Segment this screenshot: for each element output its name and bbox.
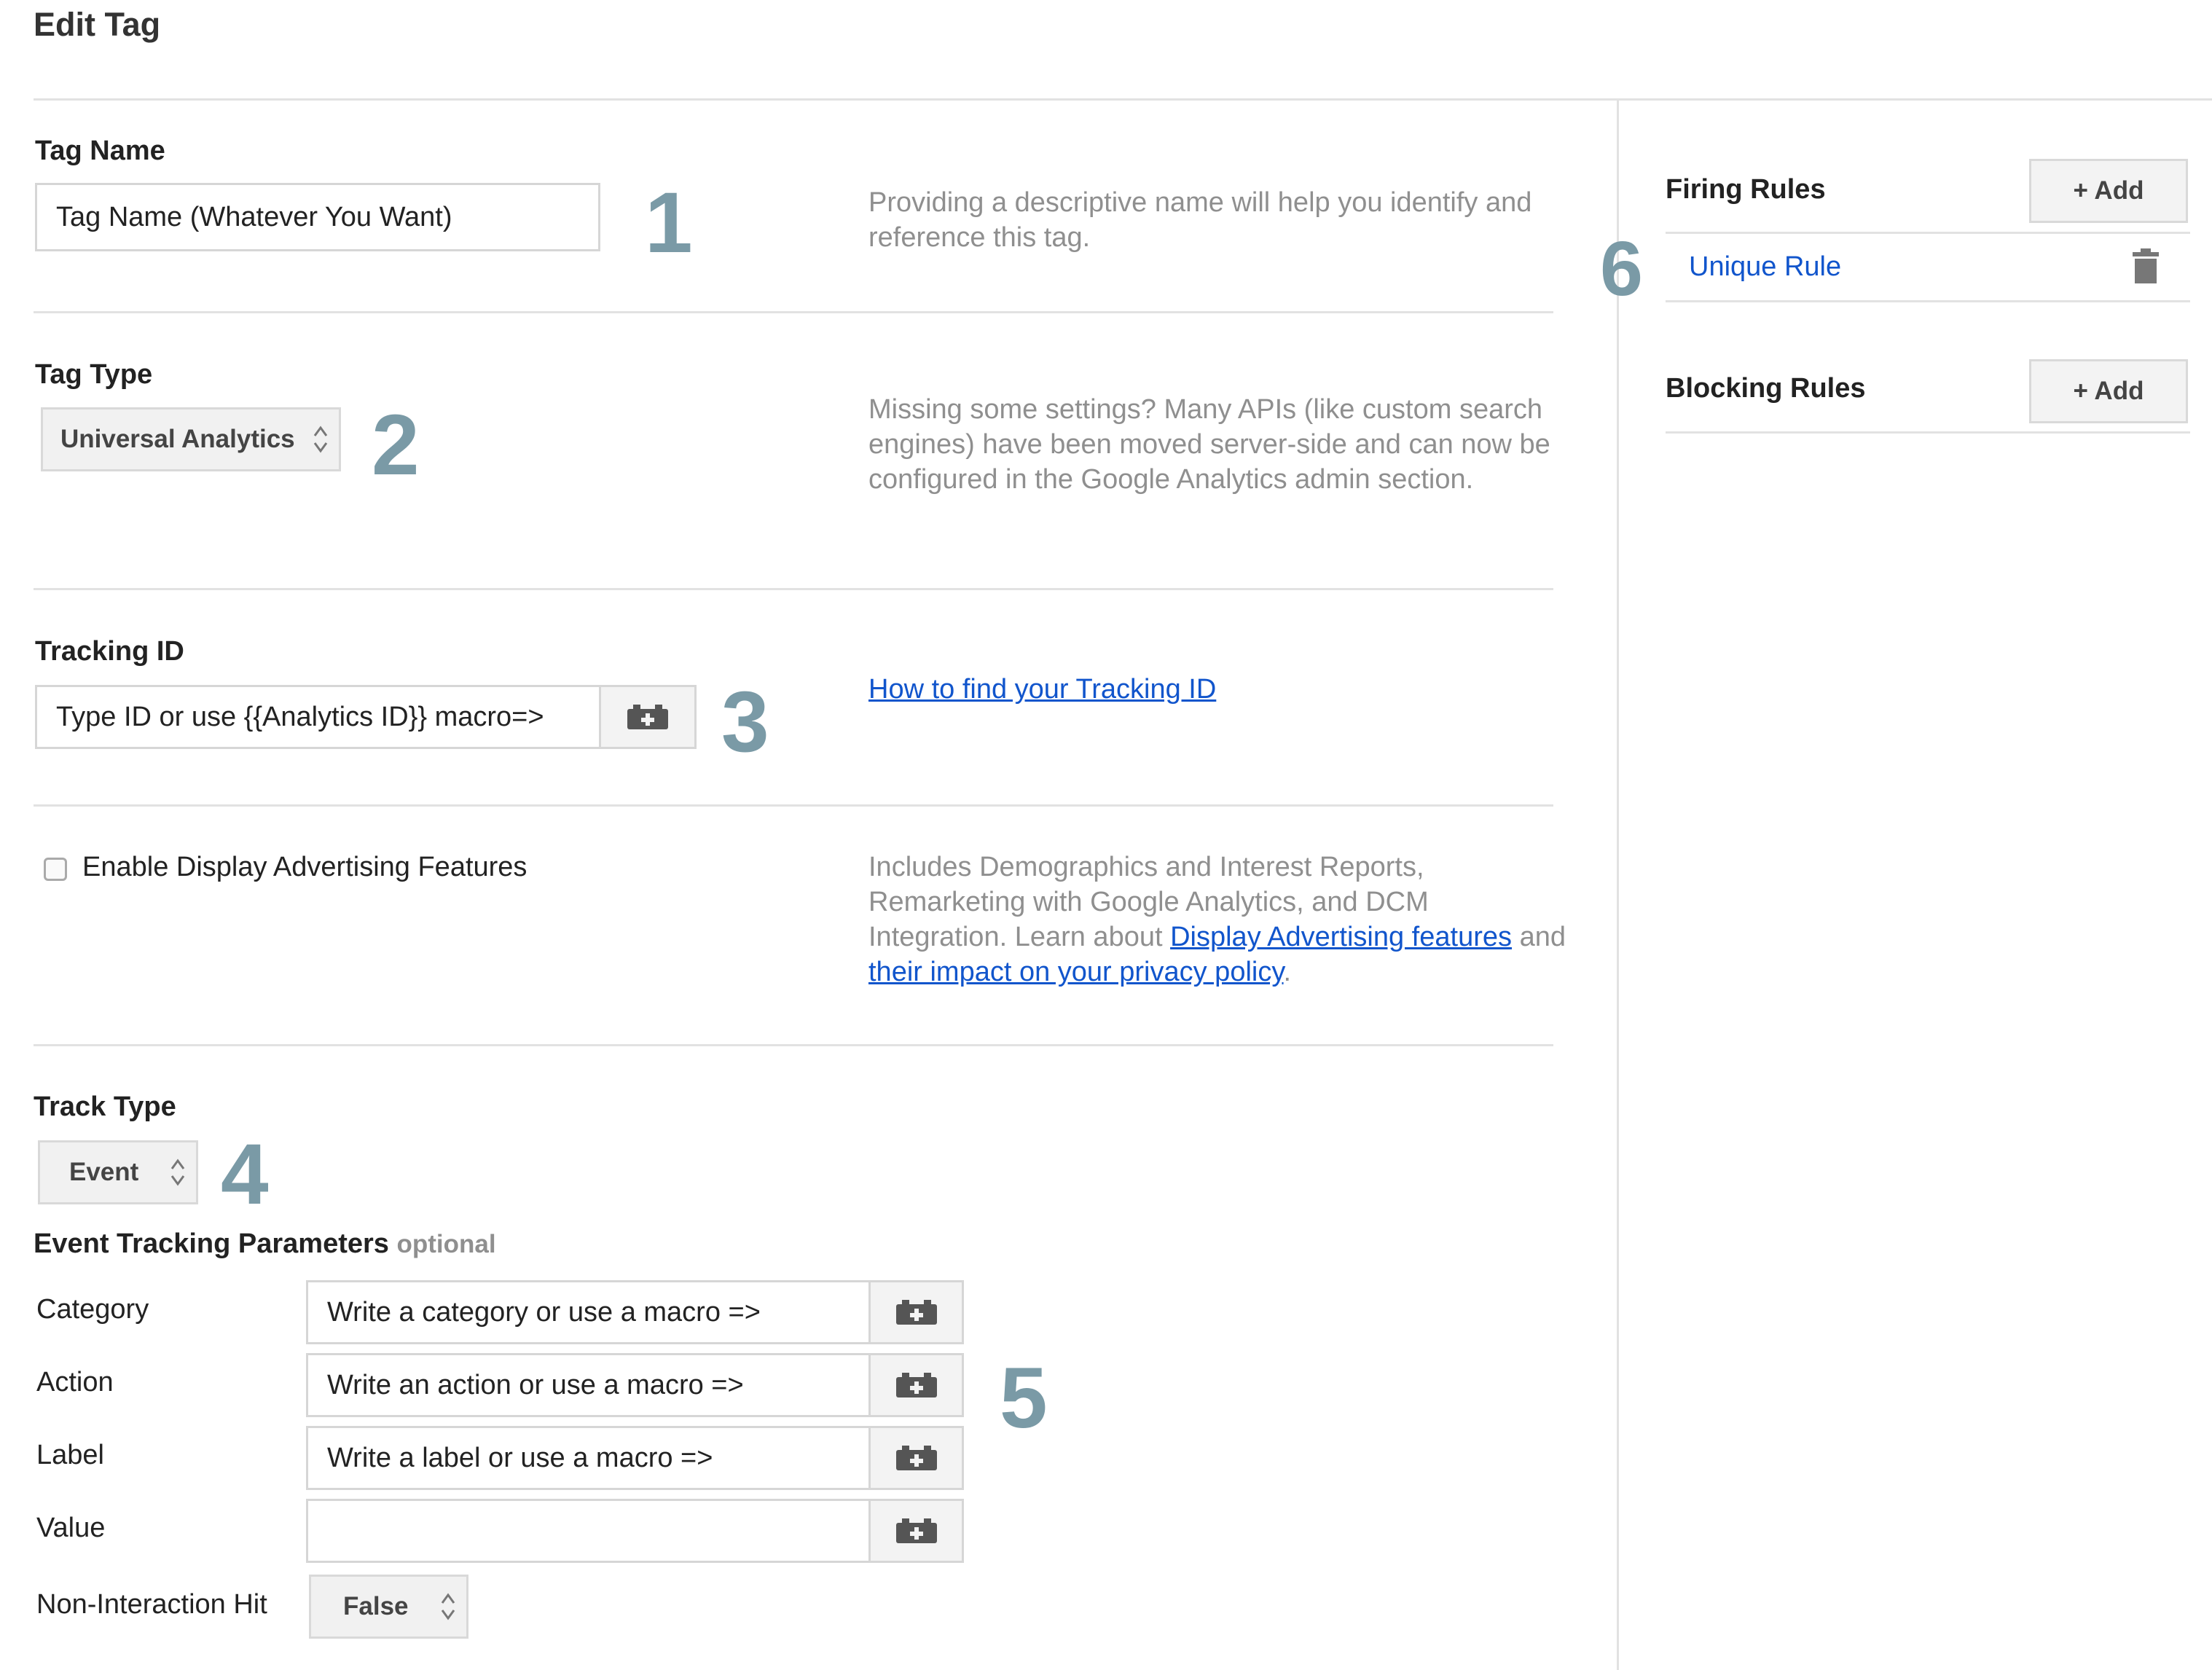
track-type-label: Track Type: [34, 1091, 176, 1122]
display-ads-checkbox[interactable]: [44, 858, 67, 881]
event-params-title: Event Tracking Parameters optional: [34, 1228, 496, 1260]
tag-type-help: Missing some settings? Many APIs (like c…: [868, 394, 1550, 495]
tracking-id-help-link[interactable]: How to find your Tracking ID: [868, 674, 1216, 705]
blocking-rules-title: Blocking Rules: [1666, 373, 1866, 404]
tag-name-label: Tag Name: [35, 136, 165, 166]
section-divider: [34, 588, 1553, 590]
label-input[interactable]: [306, 1426, 871, 1490]
value-input[interactable]: [306, 1499, 871, 1563]
non-interaction-select[interactable]: False: [309, 1575, 468, 1639]
lego-brick-plus-icon: [627, 705, 668, 729]
optional-tag: optional: [396, 1230, 496, 1258]
tag-name-input[interactable]: [35, 183, 600, 251]
add-firing-rule-button[interactable]: + Add: [2029, 159, 2188, 223]
tracking-id-label: Tracking ID: [35, 636, 184, 667]
step-number-6: 6: [1600, 226, 1643, 312]
action-input[interactable]: [306, 1353, 871, 1417]
event-params-title-text: Event Tracking Parameters: [34, 1228, 389, 1259]
section-divider: [34, 1044, 1553, 1046]
action-label: Action: [36, 1367, 114, 1397]
up-down-chevron-icon: [441, 1593, 455, 1620]
lego-brick-plus-icon: [895, 1446, 937, 1470]
firing-rule-item[interactable]: Unique Rule: [1689, 251, 1841, 283]
label-field-label: Label: [36, 1440, 104, 1470]
page-title: Edit Tag: [34, 6, 161, 43]
sidebar-divider: [1617, 98, 1619, 1670]
step-number-4: 4: [221, 1126, 269, 1223]
tag-type-select[interactable]: Universal Analytics: [41, 407, 341, 471]
macro-button[interactable]: [599, 685, 697, 749]
lego-brick-plus-icon: [895, 1373, 937, 1397]
tag-name-help: Providing a descriptive name will help y…: [868, 187, 1532, 253]
action-macro-button[interactable]: [868, 1353, 964, 1417]
add-blocking-rule-button[interactable]: + Add: [2029, 359, 2188, 423]
step-number-1: 1: [645, 175, 693, 271]
up-down-chevron-icon: [313, 426, 328, 453]
up-down-chevron-icon: [170, 1159, 185, 1186]
category-label: Category: [36, 1294, 149, 1325]
tag-type-value: Universal Analytics: [60, 425, 295, 453]
category-input[interactable]: [306, 1280, 871, 1344]
category-macro-button[interactable]: [868, 1280, 964, 1344]
value-label: Value: [36, 1513, 106, 1543]
firing-rules-bottom-divider: [1666, 300, 2190, 302]
lego-brick-plus-icon: [895, 1300, 937, 1325]
display-ads-help-period: .: [1283, 957, 1292, 987]
tracking-id-help: How to find your Tracking ID: [868, 672, 1216, 707]
firing-rules-title: Firing Rules: [1666, 174, 1826, 205]
header-divider: [34, 98, 2212, 101]
display-ads-help: Includes Demographics and Interest Repor…: [868, 850, 1568, 989]
step-number-3: 3: [721, 674, 769, 770]
non-interaction-label: Non-Interaction Hit: [36, 1589, 267, 1620]
display-ads-help-and: and: [1519, 922, 1566, 952]
step-number-5: 5: [1000, 1350, 1048, 1446]
value-macro-button[interactable]: [868, 1499, 964, 1563]
section-divider: [34, 804, 1553, 807]
tracking-id-input[interactable]: [35, 685, 601, 749]
lego-brick-plus-icon: [895, 1518, 937, 1543]
trash-icon[interactable]: [2132, 248, 2160, 283]
step-number-2: 2: [372, 397, 420, 493]
firing-rules-divider: [1666, 232, 2190, 234]
privacy-policy-link[interactable]: their impact on your privacy policy: [868, 957, 1284, 987]
display-ads-features-link[interactable]: Display Advertising features: [1170, 922, 1512, 952]
tag-type-label: Tag Type: [35, 359, 153, 390]
display-ads-label: Enable Display Advertising Features: [82, 852, 527, 882]
track-type-select[interactable]: Event: [38, 1140, 198, 1204]
track-type-value: Event: [69, 1158, 139, 1186]
label-macro-button[interactable]: [868, 1426, 964, 1490]
blocking-rules-divider: [1666, 431, 2190, 434]
section-divider: [34, 311, 1553, 313]
non-interaction-value: False: [343, 1592, 409, 1620]
